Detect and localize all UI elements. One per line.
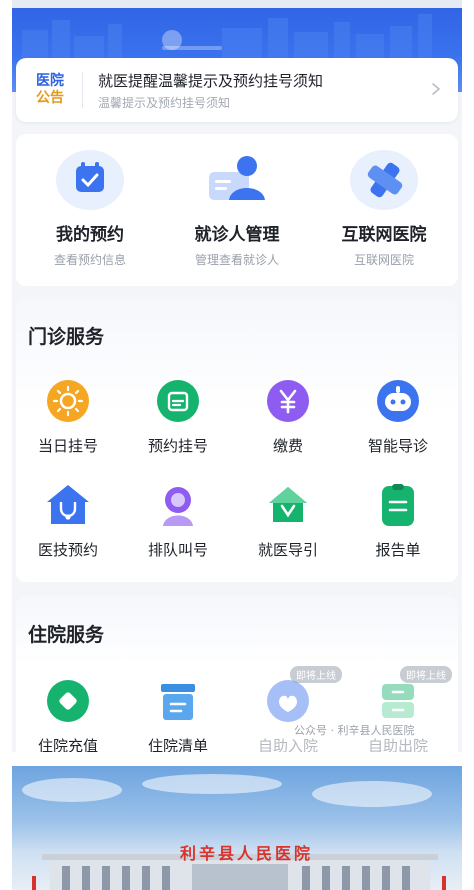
hand-heart-icon [265,678,311,724]
quick-title: 我的预约 [56,225,124,245]
service-label: 住院充值 [37,737,98,752]
hospital-photo: 利辛县人民医院 [12,766,462,890]
service-label: 住院清单 [147,737,208,752]
service-label: 当日挂号 [37,437,98,455]
quick-title: 互联网医院 [341,225,427,245]
medical-cross-icon [348,148,420,212]
service-self-discharge[interactable]: 即将上线 自助出院 [348,666,452,752]
service-medical-guide[interactable]: 就医导引 [238,482,338,560]
sun-icon [45,378,91,424]
outpatient-section-title: 门诊服务 [28,326,105,348]
building-illustration [22,774,446,890]
robot-icon [375,378,421,424]
notice-badge-line2: 公告 [36,90,64,106]
service-label: 缴费 [272,437,303,455]
drawer-icon [375,678,421,724]
service-medical-tech-appointment[interactable]: 医技预约 [18,482,118,560]
quick-internet-hospital[interactable]: 互联网医院 互联网医院 [314,148,454,268]
notice-badge: 医院 公告 [30,70,70,110]
service-payment[interactable]: 缴费 [238,378,338,456]
service-label: 预约挂号 [147,437,208,455]
quick-title: 就诊人管理 [194,225,280,245]
service-report[interactable]: 报告单 [348,482,448,560]
service-label: 报告单 [375,541,421,559]
list-box-icon [155,678,201,724]
quick-subtitle: 互联网医院 [353,253,414,267]
wechat-watermark: 公众号 · 利辛县人民医院 [294,724,415,737]
service-label: 排队叫号 [147,541,208,559]
report-icon [375,482,421,528]
guide-house-icon [265,482,311,528]
status-strip [12,0,462,8]
hospital-notice-bar[interactable]: 医院 公告 就医提醒温馨提示及预约挂号须知 温馨提示及预约挂号须知 [16,58,458,122]
app-screen: 医院 公告 就医提醒温馨提示及预约挂号须知 温馨提示及预约挂号须知 我的预约 查… [12,0,462,752]
service-queue-call[interactable]: 排队叫号 [128,482,228,560]
stethoscope-house-icon [45,482,91,528]
service-label: 智能导诊 [367,437,428,455]
inpatient-section-title: 住院服务 [28,624,105,646]
calendar-check-icon [54,148,126,212]
service-self-admission[interactable]: 即将上线 自助入院 [238,666,342,752]
quick-actions-card: 我的预约 查看预约信息 就诊人管理 管理查看就诊人 互联网医院 互联网医院 [16,134,458,286]
queue-person-icon [155,482,201,528]
yen-icon [265,378,311,424]
service-label: 就医导引 [257,541,318,559]
outpatient-services-card: 门诊服务 当日挂号 预约挂号 缴费 智能导诊 医技预约 排队叫号 就医导引 报告… [16,298,458,582]
quick-my-appointments[interactable]: 我的预约 查看预约信息 [20,148,160,268]
quick-subtitle: 查看预约信息 [53,253,126,267]
notice-divider [82,72,83,108]
patient-card-icon [201,148,273,212]
quick-subtitle: 管理查看就诊人 [194,253,279,267]
service-inpatient-recharge[interactable]: 住院充值 [18,678,118,752]
notice-subtitle: 温馨提示及预约挂号须知 [98,96,231,110]
calendar-icon [155,378,201,424]
quick-patient-management[interactable]: 就诊人管理 管理查看就诊人 [167,148,307,268]
diamond-icon [45,678,91,724]
service-smart-guidance[interactable]: 智能导诊 [348,378,448,456]
service-appointment-registration[interactable]: 预约挂号 [128,378,228,456]
service-inpatient-list[interactable]: 住院清单 [128,678,228,752]
chevron-right-icon [432,83,441,95]
notice-title: 就医提醒温馨提示及预约挂号须知 [98,72,324,90]
service-label: 医技预约 [37,541,98,559]
hospital-building-sign: 利辛县人民医院 [180,844,314,863]
notice-badge-line1: 医院 [36,73,64,89]
service-same-day-registration[interactable]: 当日挂号 [18,378,118,456]
